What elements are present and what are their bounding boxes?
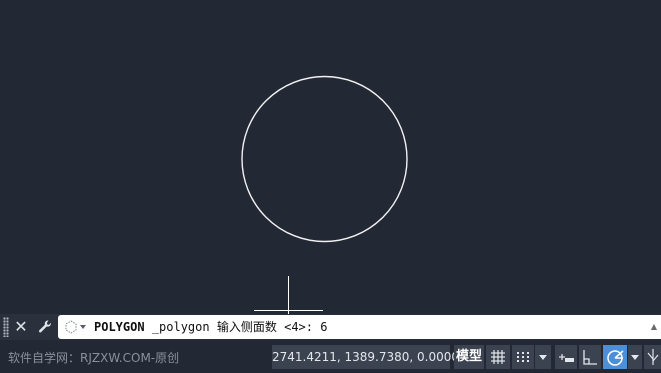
recent-commands-icon[interactable] <box>62 318 88 336</box>
drag-grip-icon[interactable] <box>3 317 9 337</box>
ortho-mode-button[interactable] <box>579 345 601 369</box>
model-tab-button[interactable]: 模型 <box>454 345 484 369</box>
command-text: POLYGON _polygon 输入侧面数 <4>: 6 <box>94 315 327 339</box>
chevron-down-icon <box>539 355 547 360</box>
coordinate-readout[interactable]: 2741.4211, 1389.7380, 0.0000 <box>272 345 459 369</box>
drawing-area[interactable] <box>0 0 661 314</box>
polar-dropdown-button[interactable] <box>628 345 642 369</box>
command-input[interactable]: POLYGON _polygon 输入侧面数 <4>: 6 ▲ <box>58 315 661 339</box>
watermark-text: 软件自学网：RJZXW.COM-原创 <box>8 351 180 365</box>
infer-constraints-icon <box>559 354 574 362</box>
grid-icon <box>491 350 505 364</box>
command-input-value: 6 <box>320 320 328 334</box>
polar-tracking-icon <box>607 350 624 366</box>
status-bar: 软件自学网：RJZXW.COM-原创 2741.4211, 1389.7380,… <box>0 340 661 373</box>
snap-mode-button[interactable] <box>512 345 534 369</box>
drawing-canvas[interactable] <box>0 0 661 314</box>
polar-tracking-button[interactable] <box>603 345 627 369</box>
default-option: <4>: <box>284 320 313 334</box>
command-alias: _polygon <box>151 320 210 334</box>
isodraft-button[interactable] <box>644 345 661 369</box>
chevron-down-icon <box>631 355 639 360</box>
snap-mode-icon <box>517 352 529 362</box>
command-name: POLYGON <box>94 320 145 334</box>
wrench-icon[interactable] <box>36 317 54 337</box>
command-line-bar: ✕ POLYGON _polygon 输入侧面数 <4>: 6 ▲ <box>0 314 661 340</box>
grid-button[interactable] <box>486 345 510 369</box>
ortho-mode-icon <box>583 350 597 365</box>
scroll-up-icon[interactable]: ▲ <box>649 321 659 333</box>
snap-dropdown-button[interactable] <box>535 345 551 369</box>
command-prompt: 输入侧面数 <box>216 320 277 334</box>
isodraft-icon <box>647 349 658 365</box>
infer-constraints-button[interactable] <box>555 345 577 369</box>
close-icon[interactable]: ✕ <box>12 317 30 337</box>
drawn-circle[interactable] <box>241 75 408 243</box>
